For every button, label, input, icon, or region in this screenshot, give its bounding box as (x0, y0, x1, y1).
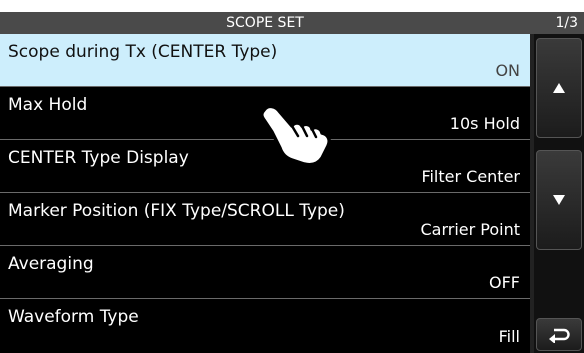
list-item-max-hold[interactable]: Max Hold 10s Hold (0, 87, 530, 140)
back-button[interactable] (536, 318, 582, 351)
return-arrow-icon (548, 327, 570, 343)
scroll-up-button[interactable] (536, 38, 582, 138)
item-value: Fill (498, 327, 520, 346)
item-label: Scope during Tx (CENTER Type) (8, 42, 278, 62)
list-item-averaging[interactable]: Averaging OFF (0, 246, 530, 299)
triangle-up-icon (552, 82, 566, 94)
item-label: Marker Position (FIX Type/SCROLL Type) (8, 201, 345, 221)
list-item-waveform-type[interactable]: Waveform Type Fill (0, 299, 530, 352)
scroll-down-button[interactable] (536, 150, 582, 250)
item-label: Averaging (8, 254, 94, 274)
item-value: 10s Hold (449, 114, 520, 133)
menu-title: SCOPE SET (226, 15, 304, 31)
item-value: ON (495, 61, 520, 80)
page-indicator: 1/3 (555, 15, 578, 31)
list-item-scope-during-tx[interactable]: Scope during Tx (CENTER Type) ON (0, 34, 530, 87)
item-value: OFF (489, 273, 520, 292)
item-label: CENTER Type Display (8, 148, 189, 168)
triangle-down-icon (552, 194, 566, 206)
menu-header: SCOPE SET 1/3 (0, 12, 584, 34)
item-value: Filter Center (421, 167, 520, 186)
item-label: Max Hold (8, 95, 88, 115)
settings-list: Scope during Tx (CENTER Type) ON Max Hol… (0, 34, 530, 353)
top-status-strip (0, 0, 584, 12)
item-value: Carrier Point (420, 220, 520, 239)
list-item-center-type-display[interactable]: CENTER Type Display Filter Center (0, 140, 530, 193)
item-label: Waveform Type (8, 307, 139, 327)
list-item-marker-position[interactable]: Marker Position (FIX Type/SCROLL Type) C… (0, 193, 530, 246)
